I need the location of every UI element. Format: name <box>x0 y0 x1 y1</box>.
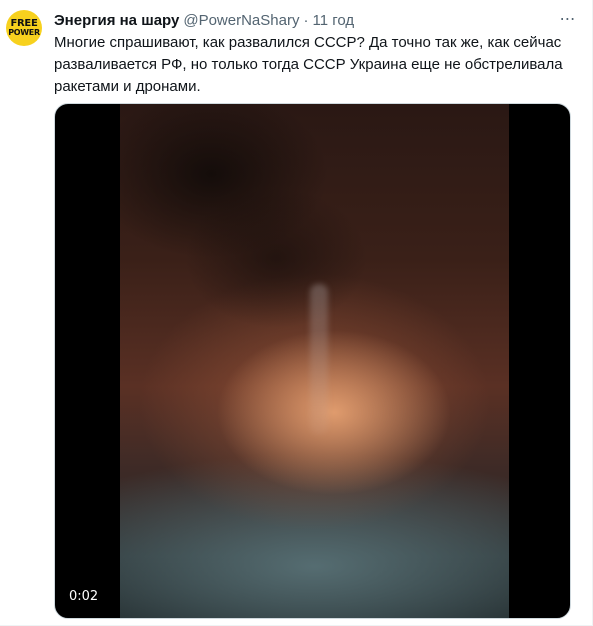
avatar-logo-text-1: FREE <box>10 18 38 29</box>
display-name[interactable]: Энергия на шару <box>54 12 179 29</box>
tree-silhouette <box>120 104 380 384</box>
avatar-logo-text-2: POWER <box>8 28 40 37</box>
more-options-icon[interactable]: ⋯ <box>556 10 580 28</box>
user-handle[interactable]: @PowerNaShary <box>183 12 299 29</box>
tweet-timestamp[interactable]: 11 год <box>312 12 354 29</box>
tweet-text: Многие спрашивают, как развалился СССР? … <box>54 34 563 95</box>
smoke-trail <box>310 284 328 434</box>
tweet-card[interactable]: FREE POWER Энергия на шару @PowerNaShary… <box>0 0 593 626</box>
video-frame <box>120 104 509 618</box>
separator-dot: · <box>303 11 309 29</box>
video-duration: 0:02 <box>69 589 99 604</box>
video-player[interactable]: 0:02 <box>54 103 571 619</box>
avatar[interactable]: FREE POWER <box>6 10 42 46</box>
tweet-header: Энергия на шару @PowerNaShary · 11 год <box>54 10 354 30</box>
